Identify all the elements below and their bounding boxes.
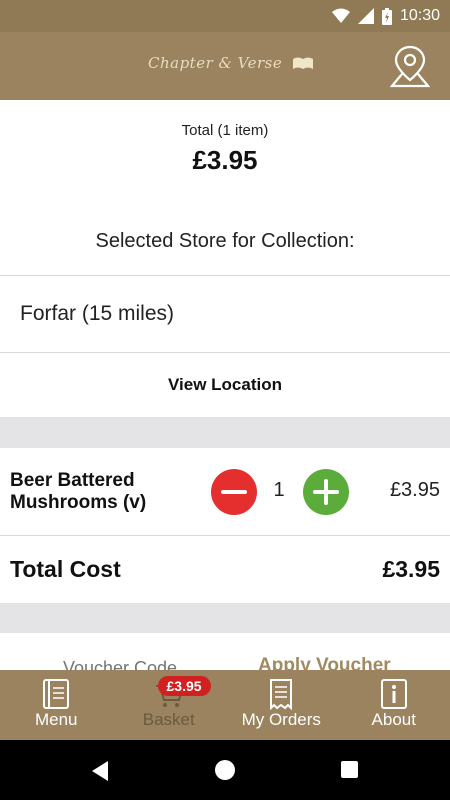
total-cost-label: Total Cost <box>10 556 121 582</box>
status-time: 10:30 <box>399 7 440 24</box>
bottom-navigation: Menu £3.95 Basket My Orders About <box>0 670 450 740</box>
order-summary: Total (1 item) £3.95 <box>0 100 450 204</box>
receipt-icon <box>270 679 293 710</box>
basket-item-row: Beer Battered Mushrooms (v) 1 £3.95 <box>0 448 450 536</box>
decrease-quantity-button[interactable] <box>211 469 257 515</box>
nav-my-orders[interactable]: My Orders <box>225 670 338 740</box>
store-location-button[interactable] <box>389 44 431 88</box>
nav-label-my-orders: My Orders <box>241 710 321 729</box>
info-icon <box>380 679 407 709</box>
signal-icon <box>357 8 374 24</box>
system-navigation-bar <box>0 740 450 800</box>
view-location-button[interactable]: View Location <box>0 353 450 417</box>
menu-book-icon <box>43 679 70 709</box>
nav-label-menu: Menu <box>34 710 78 729</box>
selected-store[interactable]: Forfar (15 miles) <box>0 276 450 353</box>
increase-quantity-button[interactable] <box>303 469 349 515</box>
total-items-label: Total (1 item) <box>181 122 269 139</box>
logo-text: Chapter & Verse <box>148 54 283 72</box>
total-cost-row: Total Cost £3.95 <box>0 536 450 603</box>
battery-icon <box>381 7 392 25</box>
item-quantity: 1 <box>273 479 285 501</box>
voucher-code-input[interactable] <box>20 653 220 670</box>
back-icon[interactable] <box>90 760 110 787</box>
voucher-row: Apply Voucher <box>0 633 450 670</box>
book-icon <box>292 56 314 74</box>
brand-logo: Chapter & Verse <box>148 54 314 74</box>
recent-apps-icon[interactable] <box>341 761 358 778</box>
item-name: Beer Battered Mushrooms (v) <box>10 470 147 513</box>
wifi-icon <box>331 8 350 24</box>
app-header: Chapter & Verse <box>0 32 450 100</box>
total-amount: £3.95 <box>192 145 258 175</box>
home-icon[interactable] <box>215 760 235 780</box>
nav-menu[interactable]: Menu <box>0 670 113 740</box>
store-heading: Selected Store for Collection: <box>0 204 450 276</box>
item-price: £3.95 <box>389 479 440 501</box>
nav-about[interactable]: About <box>338 670 450 740</box>
total-cost-value: £3.95 <box>382 556 440 582</box>
basket-total-badge: £3.95 <box>157 676 211 696</box>
nav-label-basket: Basket <box>142 710 195 729</box>
basket-content[interactable]: Total (1 item) £3.95 Selected Store for … <box>0 100 450 670</box>
nav-label-about: About <box>371 710 416 729</box>
apply-voucher-button[interactable]: Apply Voucher <box>258 655 391 670</box>
map-pin-icon <box>389 45 431 88</box>
section-divider <box>0 603 450 633</box>
status-bar: 10:30 <box>0 0 450 32</box>
section-divider <box>0 417 450 448</box>
nav-basket[interactable]: £3.95 Basket <box>113 670 226 740</box>
